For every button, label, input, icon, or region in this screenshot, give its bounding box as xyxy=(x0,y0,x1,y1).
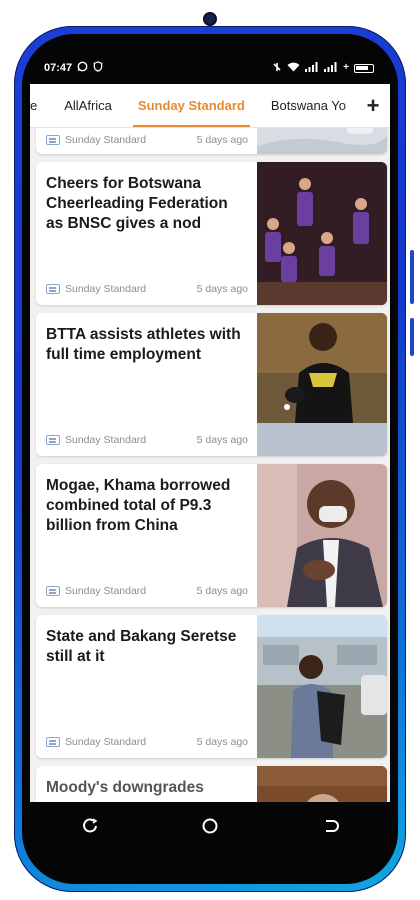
newspaper-icon xyxy=(46,284,60,294)
recent-apps-icon xyxy=(83,818,98,833)
article-thumbnail xyxy=(257,162,387,305)
whatsapp-icon xyxy=(77,61,88,75)
wifi-icon xyxy=(287,62,300,75)
status-bar: 07:47 + xyxy=(44,58,374,78)
time-label: 5 days ago xyxy=(196,585,248,597)
source-label: Sunday Standard xyxy=(65,585,147,597)
tab-allafrica[interactable]: AllAfrica xyxy=(51,84,125,127)
source-label: Sunday Standard xyxy=(65,434,147,446)
front-camera xyxy=(203,12,217,26)
source-label: Sunday Standard xyxy=(65,736,147,748)
system-navbar xyxy=(30,802,390,850)
news-card[interactable]: Moody's downgrades xyxy=(36,766,387,802)
card-meta: Sunday Standard 5 days ago xyxy=(46,736,248,748)
newspaper-icon xyxy=(46,586,60,596)
news-card[interactable]: BTTA assists athletes with full time emp… xyxy=(36,313,387,456)
news-feed[interactable]: Sunday Standard 5 days ago Cheers for Bo… xyxy=(30,128,390,802)
time-label: 5 days ago xyxy=(196,283,248,295)
article-thumbnail xyxy=(257,766,387,802)
tab-botswana-youth[interactable]: Botswana Yo xyxy=(258,84,359,127)
card-source: Sunday Standard xyxy=(46,283,146,295)
status-time: 07:47 xyxy=(44,62,73,74)
news-card[interactable]: State and Bakang Seretse still at it Sun… xyxy=(36,615,387,758)
article-thumbnail xyxy=(257,128,387,154)
newspaper-icon xyxy=(46,435,60,445)
card-source: Sunday Standard xyxy=(46,736,146,748)
source-label: Sunday Standard xyxy=(65,134,147,146)
power-button xyxy=(410,318,414,356)
home-icon xyxy=(202,818,218,834)
card-source: Sunday Standard xyxy=(46,134,146,146)
article-headline[interactable]: State and Bakang Seretse still at it xyxy=(46,627,248,667)
category-tabbar: e AllAfrica Sunday Standard Botswana Yo … xyxy=(30,84,390,128)
article-headline[interactable]: BTTA assists athletes with full time emp… xyxy=(46,325,248,365)
card-meta: Sunday Standard 5 days ago xyxy=(46,585,248,597)
card-source: Sunday Standard xyxy=(46,585,146,597)
card-source: Sunday Standard xyxy=(46,434,146,446)
article-headline[interactable]: Mogae, Khama borrowed combined total of … xyxy=(46,476,248,536)
newspaper-icon xyxy=(46,135,60,145)
notification-icon xyxy=(272,62,282,75)
article-headline[interactable]: Moody's downgrades xyxy=(46,778,248,798)
tab-partial[interactable]: e xyxy=(30,84,51,127)
news-card[interactable]: Sunday Standard 5 days ago xyxy=(36,128,387,154)
signal-icon xyxy=(305,61,319,75)
news-card[interactable]: Cheers for Botswana Cheerleading Federat… xyxy=(36,162,387,305)
article-headline[interactable]: Cheers for Botswana Cheerleading Federat… xyxy=(46,174,248,234)
shield-icon xyxy=(93,61,103,75)
battery-icon xyxy=(354,63,374,73)
article-thumbnail xyxy=(257,615,387,758)
signal-icon-2 xyxy=(324,61,338,75)
article-thumbnail xyxy=(257,464,387,607)
time-label: 5 days ago xyxy=(196,736,248,748)
article-thumbnail xyxy=(257,313,387,456)
volume-button xyxy=(410,250,414,304)
card-meta: Sunday Standard 5 days ago xyxy=(46,134,248,146)
app-screen: e AllAfrica Sunday Standard Botswana Yo … xyxy=(30,84,390,802)
back-button[interactable] xyxy=(310,806,350,846)
add-tab-button[interactable]: + xyxy=(356,84,390,127)
news-card[interactable]: Mogae, Khama borrowed combined total of … xyxy=(36,464,387,607)
newspaper-icon xyxy=(46,737,60,747)
time-label: 5 days ago xyxy=(196,134,248,146)
source-label: Sunday Standard xyxy=(65,283,147,295)
recent-apps-button[interactable] xyxy=(70,806,110,846)
back-icon xyxy=(326,820,339,832)
tab-sunday-standard[interactable]: Sunday Standard xyxy=(125,84,258,127)
card-meta: Sunday Standard 5 days ago xyxy=(46,434,248,446)
charging-icon: + xyxy=(343,62,349,73)
home-button[interactable] xyxy=(190,806,230,846)
card-meta: Sunday Standard 5 days ago xyxy=(46,283,248,295)
time-label: 5 days ago xyxy=(196,434,248,446)
